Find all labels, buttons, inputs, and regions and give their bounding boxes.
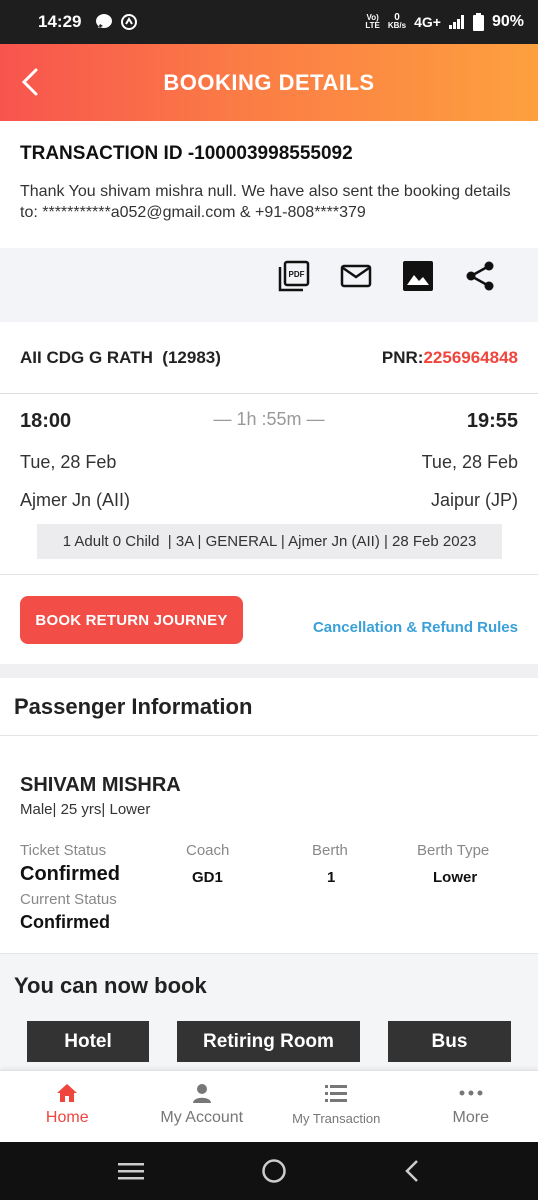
app-header: BOOKING DETAILS [0,44,538,121]
passenger-section-title: Passenger Information [0,678,538,736]
pdf-icon[interactable]: PDF [278,260,310,292]
berth-type-label: Berth Type [417,842,490,859]
current-status-label: Current Status [20,891,117,908]
status-bar: 14:29 Vo) LTE 0 KB/s 4G+ 90% [0,0,538,44]
share-actions: PDF [0,248,538,322]
network-type: 4G+ [414,14,441,30]
nav-more-label: More [452,1109,489,1126]
berth-label: Berth [312,842,348,859]
passenger-name: SHIVAM MISHRA [20,774,181,796]
retiring-room-button[interactable]: Retiring Room [177,1021,360,1062]
passenger-card: SHIVAM MISHRA Male| 25 yrs| Lower Ticket… [0,736,538,954]
train-name: AII CDG G RATH (12983) [20,347,221,367]
battery-level: 90% [491,13,524,30]
app-notification-icon [121,14,138,30]
nav-more[interactable]: More [404,1071,538,1142]
transaction-section: TRANSACTION ID -100003998555092 Thank Yo… [0,121,538,248]
journey-duration: — 1h :55m — [213,409,325,429]
section-divider [0,664,538,678]
system-navigation-bar [0,1142,538,1200]
svg-text:PDF: PDF [289,270,305,279]
nav-my-account-label: My Account [160,1109,244,1126]
nav-home-label: Home [45,1109,89,1126]
share-icon[interactable] [464,260,496,292]
coach-label: Coach [186,842,230,859]
notification-icons [95,13,138,31]
current-status: Confirmed [20,912,110,932]
to-station: Jaipur (JP) [430,490,518,510]
departure-time: 18:00 [20,410,72,432]
person-icon [192,1084,211,1103]
nav-home[interactable]: Home [0,1071,135,1142]
signal-icon [448,15,464,29]
volte-indicator: Vo) LTE [365,13,380,30]
cross-sell-title: You can now book [14,973,207,998]
status-time: 14:29 [38,12,82,31]
coach-value: GD1 [192,869,223,886]
hotel-button[interactable]: Hotel [27,1021,149,1062]
pnr: PNR:2256964848 [382,348,518,368]
bottom-navigation: Home My Account My Transaction More [0,1070,538,1142]
ticket-status: Confirmed [20,863,120,885]
arrival-date: Tue, 28 Feb [421,452,518,472]
bus-button[interactable]: Bus [388,1021,511,1062]
more-dots-icon [459,1090,483,1096]
passenger-details: Male| 25 yrs| Lower [20,801,151,818]
ticket-status-label: Ticket Status [20,842,107,859]
train-info: AII CDG G RATH (12983) PNR:2256964848 [0,322,538,394]
recent-apps-icon[interactable] [118,1161,145,1181]
chat-icon [96,14,113,28]
image-icon[interactable] [402,260,434,292]
departure-date: Tue, 28 Feb [20,452,117,472]
transaction-id: TRANSACTION ID -100003998555092 [20,143,353,164]
nav-my-account[interactable]: My Account [135,1071,270,1142]
status-right: Vo) LTE 0 KB/s 4G+ 90% [365,13,524,31]
arrival-time: 19:55 [466,410,518,432]
confirmation-message: Thank You shivam mishra null. We have al… [20,183,511,221]
book-return-journey-button[interactable]: BOOK RETURN JOURNEY [20,596,243,644]
pnr-label: PNR: [381,347,424,367]
page-title: BOOKING DETAILS [163,69,375,95]
pnr-number: 2256964848 [423,347,518,367]
booking-actions: BOOK RETURN JOURNEY Cancellation & Refun… [0,574,538,664]
nav-my-transaction-label: My Transaction [292,1111,381,1126]
home-icon [57,1084,78,1102]
cancellation-rules-link[interactable]: Cancellation & Refund Rules [313,619,518,636]
data-speed: 0 KB/s [387,12,407,30]
list-icon [325,1085,348,1102]
mail-icon[interactable] [340,260,372,292]
cross-sell-section: You can now book Hotel Retiring Room Bus [0,954,538,1070]
back-icon[interactable] [404,1159,420,1183]
nav-my-transaction[interactable]: My Transaction [269,1071,404,1142]
berth-value: 1 [327,869,336,886]
journey-details: — 1h :55m — 18:00 19:55 Tue, 28 Feb Tue,… [0,394,538,574]
from-station: Ajmer Jn (AII) [20,490,131,510]
home-circle-icon[interactable] [261,1158,287,1184]
berth-type-value: Lower [433,869,478,886]
back-arrow-icon[interactable] [16,66,46,98]
journey-summary: 1 Adult 0 Child | 3A | GENERAL | Ajmer J… [37,524,502,559]
battery-icon [472,13,484,31]
